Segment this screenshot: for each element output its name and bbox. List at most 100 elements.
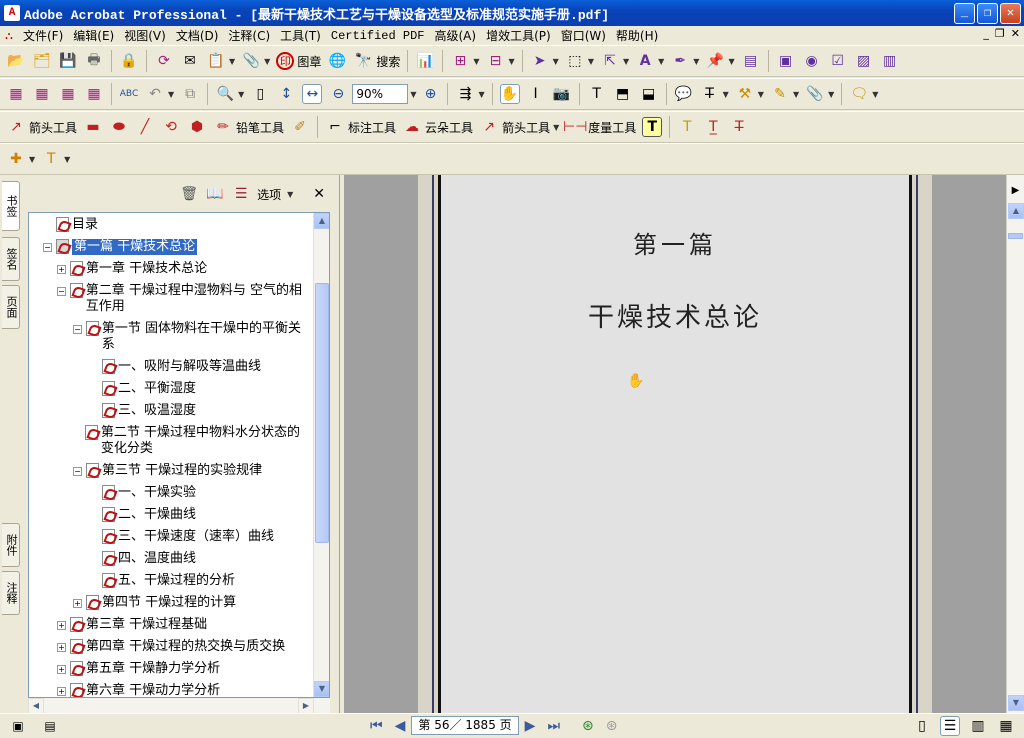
show-comments-button[interactable]: 🗨 ▼ (847, 81, 880, 107)
pane-toggle-icon[interactable]: ▣ (8, 716, 28, 736)
options-dropdown-icon[interactable]: ▼ (287, 190, 293, 199)
page-tool-1[interactable]: ▦ (4, 81, 28, 107)
menu-certified-pdf[interactable]: Certified PDF (326, 29, 430, 43)
field-button-5[interactable]: ▥ (878, 48, 902, 74)
bookmarks-scrollbar[interactable]: ▲ ▼ (313, 213, 329, 697)
tab-attachments[interactable]: 附件 (2, 523, 20, 567)
hand-tool-button[interactable]: ✋ (498, 81, 522, 107)
measure-tool-button[interactable]: ⊢⊣ 度量工具 (563, 114, 638, 140)
create-pdf-button[interactable]: ⟳ (152, 48, 176, 74)
bookmark-item[interactable]: 二、干燥曲线 (89, 507, 311, 523)
zoom-in-button[interactable]: ⊕ (418, 81, 442, 107)
typewriter-button[interactable]: T ▼ (39, 146, 72, 172)
strikeout-text-button[interactable]: T̶ (727, 114, 751, 140)
arrow-tool-button[interactable]: ↗ 箭头工具 (4, 114, 79, 140)
callout-tool-button[interactable]: ⌐ 标注工具 (323, 114, 398, 140)
add-toolbar-button[interactable]: ✚ ▼ (4, 146, 37, 172)
crop-button[interactable]: ⬓ (637, 81, 661, 107)
bookmark-item[interactable]: 三、吸温湿度 (89, 403, 311, 419)
continuous-facing-icon[interactable]: ▦ (996, 716, 1016, 736)
pin-tool-button[interactable]: 📌 ▼ (703, 48, 736, 74)
page-tool-3[interactable]: ▦ (56, 81, 80, 107)
collapse-icon[interactable]: − (57, 287, 66, 296)
oval-tool-button[interactable]: ⬬ (107, 114, 131, 140)
page-size-icon[interactable]: ▤ (40, 716, 60, 736)
close-button[interactable]: ✕ (1000, 3, 1021, 24)
line-tool-button[interactable]: ╱ (133, 114, 157, 140)
stamp-button[interactable]: 印图章 (274, 48, 323, 74)
zoom-dropdown-icon[interactable]: ▼ (410, 90, 416, 99)
expand-icon[interactable]: + (57, 643, 66, 652)
next-view-icon[interactable]: ⊛ (606, 718, 618, 734)
bookmark-item[interactable]: + 第三章 干燥过程基础 (57, 617, 311, 633)
collapse-icon[interactable]: − (73, 325, 82, 334)
menu-plugins[interactable]: 增效工具(P) (481, 27, 556, 44)
field-button-1[interactable]: ▣ (774, 48, 798, 74)
insert-pages-button[interactable]: ⊞ ▼ (448, 48, 481, 74)
scroll-up-icon[interactable]: ▲ (314, 213, 329, 229)
field-button-2[interactable]: ◉ (800, 48, 824, 74)
page-tool-2[interactable]: ▦ (30, 81, 54, 107)
expand-icon[interactable]: + (57, 665, 66, 674)
tab-comments[interactable]: 注释 (2, 571, 20, 615)
bookmark-item[interactable]: 第二节 干燥过程中物料水分状态的变化分类 (73, 425, 311, 457)
open-button[interactable]: 📂 (4, 48, 28, 74)
bookmark-item[interactable]: + 第四章 干燥过程的热交换与质交换 (57, 639, 311, 655)
menu-document[interactable]: 文档(D) (171, 27, 224, 44)
bookmark-item[interactable]: 三、干燥速度（速率）曲线 (89, 529, 311, 545)
bookmark-item[interactable]: 一、干燥实验 (89, 485, 311, 501)
scroll-down-icon[interactable]: ▼ (314, 681, 329, 697)
doc-scroll-up-icon[interactable]: ▲ (1008, 203, 1024, 219)
document-viewport[interactable]: 第一篇 干燥技术总论 ✋ (344, 175, 1006, 713)
underline-text-button[interactable]: T̲ (701, 114, 725, 140)
close-panel-icon[interactable]: ✕ (313, 186, 325, 202)
highlight-button[interactable]: ✎ ▼ (768, 81, 801, 107)
chart-button[interactable]: 📊 (413, 48, 437, 74)
menu-comments[interactable]: 注释(C) (223, 27, 275, 44)
doc-scroll-down-icon[interactable]: ▼ (1008, 695, 1024, 711)
bookmark-item[interactable]: 四、温度曲线 (89, 551, 311, 567)
note-button[interactable]: 💬 (672, 81, 696, 107)
tab-pages[interactable]: 页面 (2, 285, 20, 329)
bookmark-item[interactable]: + 第五章 干燥静力学分析 (57, 661, 311, 677)
touchup-text-button[interactable]: T (585, 81, 609, 107)
doc-close-icon[interactable]: ✕ (1011, 27, 1020, 40)
bookmarks-hscrollbar[interactable]: ◀ ▶ (28, 698, 330, 714)
bookmark-item[interactable]: − 第二章 干燥过程中湿物料与 空气的相互作用 (57, 283, 311, 315)
zoom-input[interactable]: 90% (352, 84, 409, 104)
object-select-button[interactable]: ⇱ ▼ (598, 48, 631, 74)
expand-bookmark-icon[interactable]: ☰ (231, 184, 251, 204)
extract-pages-button[interactable]: ⊟ ▼ (484, 48, 517, 74)
bookmark-item[interactable]: + 第四节 干燥过程的计算 (73, 595, 311, 611)
scroll-thumb[interactable] (315, 283, 329, 543)
page-number-field[interactable]: 第 56／ 1885 页 (411, 716, 519, 735)
collapse-icon[interactable]: − (43, 243, 52, 252)
undo-button[interactable]: ↶ ▼ (143, 81, 176, 107)
attach-file-button[interactable]: 📎 ▼ (803, 81, 836, 107)
document-scrollbar[interactable]: ▶ ▲ ▼ (1006, 175, 1024, 713)
field-button-4[interactable]: ▨ (852, 48, 876, 74)
menu-view[interactable]: 视图(V) (119, 27, 171, 44)
options-menu[interactable]: 选项 (257, 186, 281, 203)
new-bookmark-icon[interactable]: 📖 (205, 184, 225, 204)
next-page-icon[interactable]: ▶ (525, 718, 536, 734)
polyline-tool-button[interactable]: ⟲ (159, 114, 183, 140)
marquee-button[interactable]: ⬚ ▼ (563, 48, 596, 74)
page-nav-arrow-icon[interactable]: ▶ (1007, 185, 1024, 196)
doc-restore-icon[interactable]: ❐ (995, 27, 1005, 40)
bookmark-item[interactable]: − 第一篇 干燥技术总论 (43, 239, 311, 255)
scroll-left-icon[interactable]: ◀ (28, 698, 44, 714)
bookmark-item[interactable]: 二、平衡湿度 (89, 381, 311, 397)
tab-bookmarks[interactable]: 书签 (2, 181, 20, 231)
page-layout-button[interactable]: ⇶ ▼ (453, 81, 486, 107)
attach-button[interactable]: 📎 ▼ (239, 48, 272, 74)
bookmark-item[interactable]: 一、吸附与解吸等温曲线 (89, 359, 311, 375)
cloud-tool-button[interactable]: ☁ 云朵工具 (400, 114, 475, 140)
expand-icon[interactable]: + (57, 265, 66, 274)
continuous-page-icon[interactable]: ☰ (940, 716, 960, 736)
pencil-tool-button[interactable]: ✏ 铅笔工具 (211, 114, 286, 140)
page-tool-4[interactable]: ▦ (82, 81, 106, 107)
arrow-tool-2-button[interactable]: ↗ 箭头工具 ▼ (477, 114, 561, 140)
menu-help[interactable]: 帮助(H) (611, 27, 663, 44)
fit-page-button[interactable]: ↕ (274, 81, 298, 107)
